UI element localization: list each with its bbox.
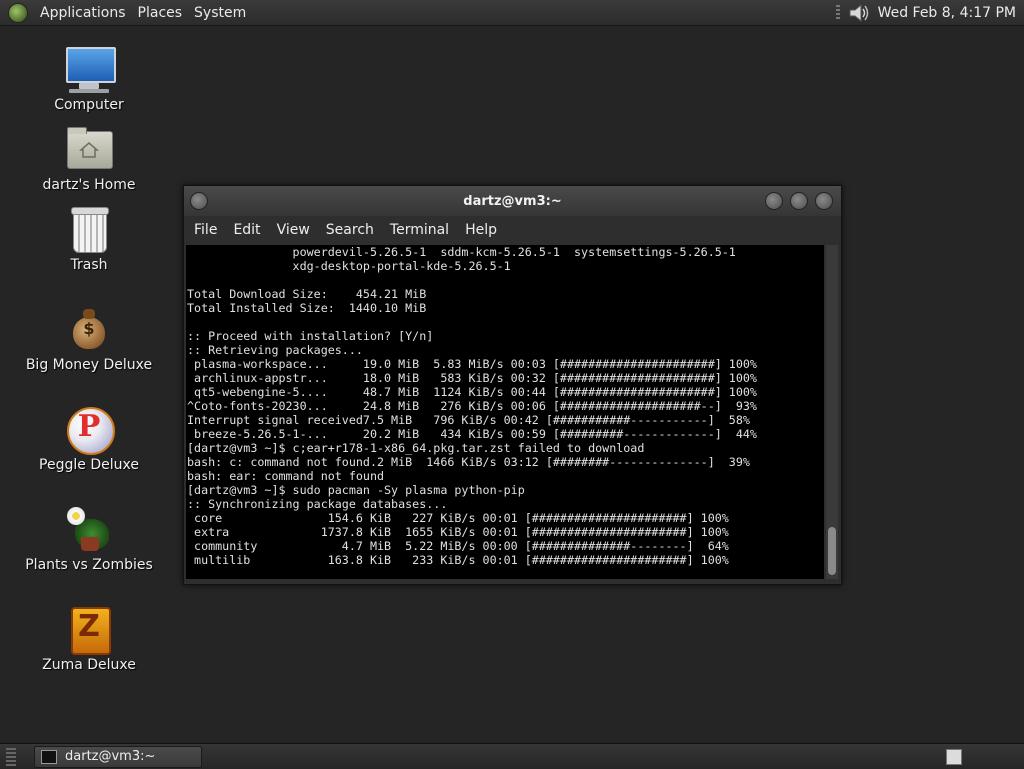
terminal-window: dartz@vm3:~ File Edit View Search Termin… [183, 185, 842, 585]
terminal-line: multilib 163.8 KiB 233 KiB/s 00:01 [####… [194, 553, 729, 567]
desktop-icon-label: Plants vs Zombies [25, 557, 153, 573]
terminal-menubar: File Edit View Search Terminal Help [184, 216, 841, 244]
volume-icon[interactable] [848, 3, 870, 23]
gnome-foot-icon[interactable] [8, 2, 28, 23]
computer-icon [65, 45, 116, 93]
desktop-icon-plants-vs-zombies[interactable]: Plants vs Zombies [24, 505, 154, 573]
terminal-line: Total Installed Size: 1440.10 MiB [187, 301, 427, 315]
bottom-panel: dartz@vm3:~ [0, 743, 1024, 769]
desktop-icon-trash[interactable]: Trash [24, 205, 154, 273]
window-menu-button[interactable] [190, 192, 208, 210]
terminal-line: core 154.6 KiB 227 KiB/s 00:01 [########… [194, 511, 729, 525]
maximize-button[interactable] [790, 192, 808, 210]
clock[interactable]: Wed Feb 8, 4:17 PM [878, 5, 1016, 21]
menu-view[interactable]: View [269, 222, 318, 238]
terminal-line: xdg-desktop-portal-kde-5.26.5-1 [292, 259, 511, 273]
desktop-icon-big-money[interactable]: $ Big Money Deluxe [24, 305, 154, 373]
terminal-text: powerdevil-5.26.5-1 sddm-kcm-5.26.5-1 sy… [186, 245, 824, 567]
terminal-line: bash: ear: command not found [187, 469, 385, 483]
terminal-line: extra 1737.8 KiB 1655 KiB/s 00:01 [#####… [194, 525, 729, 539]
terminal-line: :: Retrieving packages... [187, 343, 363, 357]
desktop-icon-label: Big Money Deluxe [25, 357, 153, 373]
taskbar-item-label: dartz@vm3:~ [65, 749, 156, 764]
desktop-icon-label: Trash [70, 257, 108, 273]
terminal-line: Interrupt signal received7.5 MiB 796 KiB… [187, 413, 750, 427]
desktop-icon-label: Computer [54, 97, 124, 113]
menu-edit[interactable]: Edit [225, 222, 268, 238]
terminal-line: Total Download Size: 454.21 MiB [187, 287, 427, 301]
trash-icon [65, 205, 113, 253]
taskbar-item-terminal[interactable]: dartz@vm3:~ [34, 745, 202, 768]
terminal-line: :: Synchronizing package databases... [187, 497, 448, 511]
money-bag-icon: $ [65, 305, 113, 353]
menu-help[interactable]: Help [457, 222, 505, 238]
terminal-scrollbar[interactable] [826, 245, 838, 579]
menu-search[interactable]: Search [318, 222, 382, 238]
terminal-line: [dartz@vm3 ~]$ sudo pacman -Sy plasma py… [187, 483, 525, 497]
panel-grip [6, 747, 16, 766]
terminal-line: [dartz@vm3 ~]$ c;ear+r178-1-x86_64.pkg.t… [187, 441, 645, 455]
home-folder-icon [65, 125, 113, 173]
desktop-icon-home[interactable]: dartz's Home [24, 125, 154, 193]
window-title: dartz@vm3:~ [463, 193, 562, 209]
desktop-icon-label: Zuma Deluxe [42, 657, 136, 673]
terminal-line: qt5-webengine-5.... 48.7 MiB 1124 KiB/s … [194, 385, 757, 399]
terminal-line: :: Proceed with installation? [Y/n] [187, 329, 434, 343]
menu-places[interactable]: Places [132, 5, 189, 21]
terminal-output[interactable]: powerdevil-5.26.5-1 sddm-kcm-5.26.5-1 sy… [186, 245, 824, 579]
peggle-icon: P [65, 405, 115, 455]
terminal-line: community 4.7 MiB 5.22 MiB/s 00:00 [####… [194, 539, 729, 553]
scrollbar-thumb[interactable] [828, 527, 836, 575]
terminal-line: breeze-5.26.5-1-... 20.2 MiB 434 KiB/s 0… [194, 427, 757, 441]
desktop-icon-computer[interactable]: Computer [24, 45, 154, 113]
terminal-line: plasma-workspace... 19.0 MiB 5.83 MiB/s … [194, 357, 757, 371]
terminal-line: archlinux-appstr... 18.0 MiB 583 KiB/s 0… [194, 371, 757, 385]
terminal-line: bash: c: command not found.2 MiB 1466 Ki… [187, 455, 750, 469]
menu-terminal[interactable]: Terminal [382, 222, 457, 238]
menu-system[interactable]: System [188, 5, 252, 21]
terminal-line: ^Coto-fonts-20230... 24.8 MiB 276 KiB/s … [187, 399, 757, 413]
panel-handle [835, 4, 840, 21]
plants-icon [65, 505, 113, 553]
desktop-icon-peggle[interactable]: P Peggle Deluxe [24, 405, 154, 473]
menu-file[interactable]: File [186, 222, 225, 238]
menu-applications[interactable]: Applications [34, 5, 132, 21]
close-button[interactable] [815, 192, 833, 210]
top-panel: Applications Places System Wed Feb 8, 4:… [0, 0, 1024, 26]
zuma-icon: Z [65, 605, 113, 655]
desktop-icon-zuma[interactable]: Z Zuma Deluxe [24, 605, 154, 673]
desktop-icon-label: Peggle Deluxe [39, 457, 139, 473]
workspace-switcher[interactable] [946, 748, 962, 765]
window-titlebar[interactable]: dartz@vm3:~ [184, 186, 841, 216]
terminal-line: powerdevil-5.26.5-1 sddm-kcm-5.26.5-1 sy… [292, 245, 736, 259]
desktop-icon-label: dartz's Home [42, 177, 136, 193]
minimize-button[interactable] [765, 192, 783, 210]
terminal-icon [41, 749, 57, 764]
